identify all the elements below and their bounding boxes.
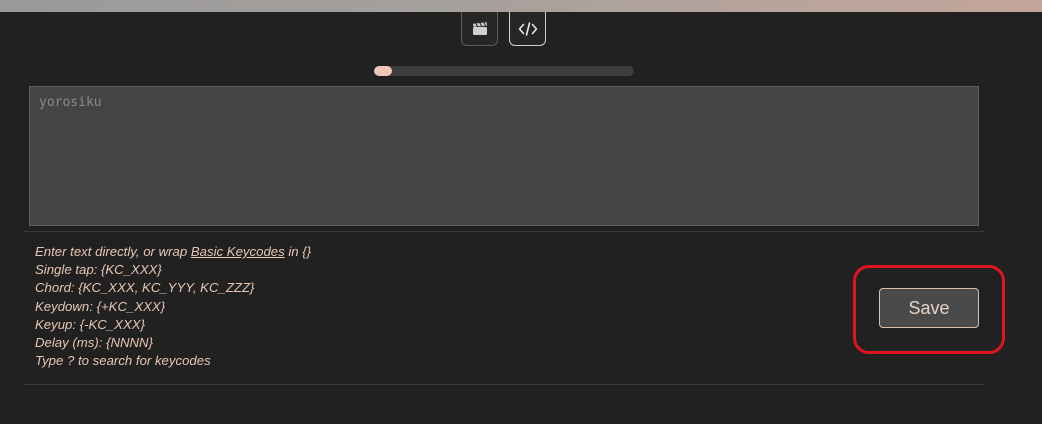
help-line-single-tap: Single tap: {KC_XXX} [35, 262, 162, 278]
help-line-intro: Enter text directly, or wrap Basic Keyco… [35, 244, 312, 259]
divider-bottom [24, 384, 984, 385]
save-button[interactable]: Save [879, 288, 979, 328]
editor-mode-toolbar [461, 12, 546, 46]
code-editor-tab[interactable] [509, 12, 546, 46]
help-line-keyup: Keyup: {-KC_XXX} [35, 316, 145, 332]
macro-recorder-tab[interactable] [461, 12, 498, 46]
window-top-strip [0, 0, 1042, 12]
help-line-keydown: Keydown: {+KC_XXX} [35, 298, 166, 314]
macro-memory-progress-fill [374, 66, 393, 76]
macro-help-text: Enter text directly, or wrap Basic Keyco… [35, 243, 311, 370]
code-icon [518, 21, 537, 36]
help-line-delay: Delay (ms): {NNNN} [35, 335, 153, 351]
macro-memory-progress [374, 66, 634, 76]
help-line-search: Type ? to search for keycodes [35, 353, 211, 369]
help-line-chord: Chord: {KC_XXX, KC_YYY, KC_ZZZ} [35, 280, 255, 296]
macro-text-input[interactable] [29, 86, 979, 226]
divider-top [24, 231, 984, 232]
basic-keycodes-link[interactable]: Basic Keycodes [191, 244, 285, 259]
clapperboard-icon [472, 21, 487, 35]
